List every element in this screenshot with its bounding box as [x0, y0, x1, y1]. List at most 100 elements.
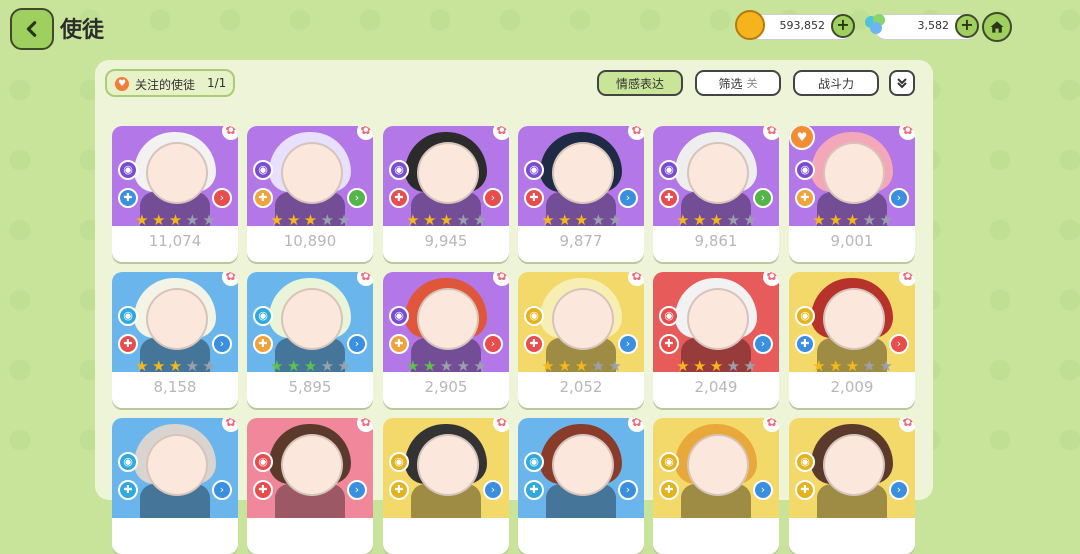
element-icon: ◉: [659, 306, 679, 326]
hero-face: [281, 434, 343, 496]
star-icon: ★: [828, 357, 843, 375]
hero-power: 9,001: [830, 232, 874, 250]
star-icon: ★: [185, 211, 200, 229]
hero-face: [823, 142, 885, 204]
hero-face: [687, 434, 749, 496]
star-icon: ★: [406, 211, 420, 229]
hero-card[interactable]: ◉ ✚ › ✿ ★ ★ ★ ★ ★ 9,945: [383, 126, 509, 262]
element-icon: ◉: [659, 452, 679, 472]
position-icon: ›: [753, 188, 773, 208]
hero-card[interactable]: ◉ ✚ › ✿: [789, 418, 915, 554]
hero-face: [281, 288, 343, 350]
class-icon: ✚: [253, 334, 273, 354]
class-icon: ✚: [795, 334, 815, 354]
hero-face: [552, 434, 614, 496]
flower-icon: ✿: [763, 272, 779, 286]
position-icon: ›: [347, 188, 367, 208]
favorites-label: 关注的使徒: [135, 78, 196, 92]
home-button[interactable]: [982, 12, 1012, 42]
hero-face: [417, 142, 479, 204]
hero-card[interactable]: ◉ ✚ › ✿ ★ ★ ★ ★ ★ 9,877: [518, 126, 644, 262]
hero-card[interactable]: ◉ ✚ › ✿ ★ ★ ★ ★ ★ 8,158: [112, 272, 238, 408]
favorites-filter[interactable]: ♥ 关注的使徒 1/1: [105, 69, 235, 97]
hero-card[interactable]: ◉ ✚ › ✿ ★ ★ ★ ★ ★ 5,895: [247, 272, 373, 408]
hero-list-panel: ♥ 关注的使徒 1/1 情感表达 筛选 关 战斗力 ◉ ✚ › ✿ ★ ★ ★ ★ ★ 11,07…: [95, 60, 933, 554]
star-icon: ★: [185, 357, 200, 375]
star-icon: ★: [828, 211, 843, 229]
hero-card[interactable]: ◉ ✚ › ✿ ★ ★ ★ ★ ★ 11,074: [112, 126, 238, 262]
hero-power: 5,895: [288, 378, 332, 396]
star-rating: ★ ★ ★ ★ ★: [540, 358, 624, 374]
flower-icon: ✿: [899, 272, 915, 286]
hero-power: 10,890: [283, 232, 337, 250]
star-icon: ★: [862, 357, 877, 375]
class-icon: ✚: [389, 334, 409, 354]
hero-card[interactable]: ◉ ✚ › ✿ ★ ★ ★ ★ ★ 2,049: [653, 272, 779, 408]
coin-icon: [735, 10, 765, 40]
double-chevron-down-icon: [897, 78, 907, 89]
class-icon: ✚: [389, 188, 409, 208]
flower-icon: ✿: [628, 418, 644, 432]
star-icon: ★: [439, 357, 454, 375]
hero-card[interactable]: ◉ ✚ › ✿: [653, 418, 779, 554]
element-icon: ◉: [795, 160, 815, 180]
hero-card[interactable]: ◉ ✚ › ✿: [112, 418, 238, 554]
hero-card[interactable]: ◉ ✚ › ✿ ★ ★ ★ ★ ★ 2,052: [518, 272, 644, 408]
star-icon: ★: [692, 211, 707, 229]
hero-card[interactable]: ◉ ✚ › ✿: [383, 418, 509, 554]
add-coin-button[interactable]: +: [831, 14, 855, 38]
hero-card[interactable]: ◉ ✚ › ✿ ♥ ★ ★ ★ ★ ★ 9,001: [789, 126, 915, 262]
back-button[interactable]: [10, 8, 54, 50]
power-sort-label: 战斗力: [817, 76, 854, 91]
hero-card[interactable]: ◉ ✚ › ✿ ★ ★ ★ ★ ★ 2,009: [789, 272, 915, 408]
element-icon: ◉: [389, 306, 409, 326]
hero-face: [552, 142, 614, 204]
star-icon: ★: [168, 357, 183, 375]
star-icon: ★: [743, 357, 757, 375]
star-rating: ★ ★ ★ ★ ★: [269, 358, 353, 374]
hero-card[interactable]: ◉ ✚ › ✿ ★ ★ ★ ★ ★ 9,861: [653, 126, 779, 262]
star-icon: ★: [202, 357, 216, 375]
emotion-label: 情感表达: [615, 76, 664, 91]
star-icon: ★: [270, 211, 284, 229]
star-icon: ★: [726, 357, 741, 375]
hero-face: [417, 434, 479, 496]
class-icon: ✚: [524, 334, 544, 354]
element-icon: ◉: [389, 160, 409, 180]
power-sort-button[interactable]: 战斗力: [793, 70, 879, 96]
hero-face: [552, 288, 614, 350]
star-icon: ★: [406, 357, 420, 375]
star-icon: ★: [456, 211, 471, 229]
flower-icon: ✿: [493, 418, 509, 432]
hero-power: 9,945: [424, 232, 468, 250]
hero-card[interactable]: ◉ ✚ › ✿: [247, 418, 373, 554]
emotion-button[interactable]: 情感表达: [597, 70, 683, 96]
hero-power: 2,009: [830, 378, 874, 396]
filter-button[interactable]: 筛选 关: [695, 70, 781, 96]
element-icon: ◉: [795, 452, 815, 472]
class-icon: ✚: [253, 188, 273, 208]
class-icon: ✚: [253, 480, 273, 500]
hero-face: [146, 142, 208, 204]
add-gem-button[interactable]: +: [955, 14, 979, 38]
position-icon: ›: [618, 334, 638, 354]
star-icon: ★: [676, 211, 690, 229]
flower-icon: ✿: [899, 126, 915, 140]
hero-power: 9,877: [559, 232, 603, 250]
hero-card[interactable]: ◉ ✚ › ✿: [518, 418, 644, 554]
expand-button[interactable]: [889, 70, 915, 96]
element-icon: ◉: [118, 160, 138, 180]
position-icon: ›: [212, 334, 232, 354]
star-icon: ★: [692, 357, 707, 375]
star-rating: ★ ★ ★ ★ ★: [269, 212, 353, 228]
hero-card[interactable]: ◉ ✚ › ✿ ★ ★ ★ ★ ★ 10,890: [247, 126, 373, 262]
star-icon: ★: [135, 211, 149, 229]
star-icon: ★: [541, 357, 555, 375]
hero-power: 2,905: [424, 378, 468, 396]
hero-card[interactable]: ◉ ✚ › ✿ ★ ★ ★ ★ ★ 2,905: [383, 272, 509, 408]
page-title: 使徒: [60, 18, 105, 43]
position-icon: ›: [889, 480, 909, 500]
position-icon: ›: [889, 334, 909, 354]
star-icon: ★: [422, 211, 437, 229]
star-rating: ★ ★ ★ ★ ★: [811, 212, 895, 228]
